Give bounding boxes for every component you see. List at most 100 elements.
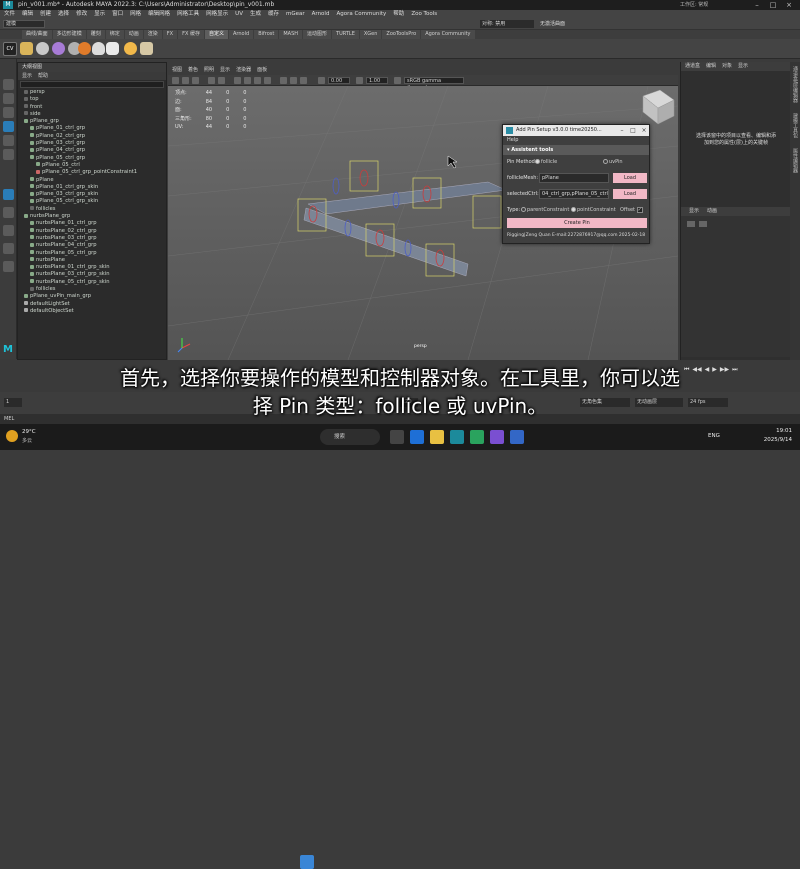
- outliner-item[interactable]: top: [18, 96, 166, 103]
- menu-item[interactable]: 显示: [94, 10, 105, 19]
- outliner-item[interactable]: pPlane_05_ctrl_grp_pointConstraint1: [18, 169, 166, 176]
- outliner-item[interactable]: pPlane_05_ctrl_grp: [18, 155, 166, 162]
- symmetry-dropdown[interactable]: 对称: 禁用: [480, 20, 534, 28]
- menu-item[interactable]: 创建: [40, 10, 51, 19]
- radio-parent-constraint[interactable]: parentConstraint: [521, 204, 569, 216]
- exposure-field[interactable]: 0.00: [328, 77, 350, 84]
- workspace-label[interactable]: 工作区: 常规: [680, 0, 708, 10]
- menu-item[interactable]: 网格显示: [206, 10, 228, 19]
- shelf-tool-icon[interactable]: [52, 42, 65, 55]
- maximize-icon[interactable]: □: [628, 125, 638, 136]
- scale-tool-icon[interactable]: [3, 149, 14, 160]
- menu-item[interactable]: 修改: [76, 10, 87, 19]
- side-tab[interactable]: 通道盒/层编辑器: [792, 66, 799, 103]
- layout-side-icon[interactable]: [3, 225, 14, 236]
- radio-follicle[interactable]: follicle: [535, 156, 557, 168]
- menu-item[interactable]: Arnold: [312, 10, 330, 19]
- layout-four-icon[interactable]: [3, 207, 14, 218]
- layer-options-icon[interactable]: [699, 221, 707, 227]
- viewport-menu-item[interactable]: 着色: [188, 66, 198, 75]
- outliner-search-input[interactable]: [20, 81, 164, 88]
- paint-select-icon[interactable]: [3, 107, 14, 118]
- visual-studio-icon[interactable]: [490, 430, 504, 444]
- move-tool-icon[interactable]: [3, 121, 14, 132]
- shelf-tab[interactable]: 雕刻: [86, 30, 105, 39]
- minimize-icon[interactable]: –: [750, 0, 764, 10]
- lights-icon[interactable]: [264, 77, 271, 84]
- file-explorer-icon[interactable]: [430, 430, 444, 444]
- outliner-item[interactable]: pPlane_02_ctrl_grp: [18, 133, 166, 140]
- menu-item[interactable]: 编辑网格: [148, 10, 170, 19]
- menu-item[interactable]: 选择: [58, 10, 69, 19]
- film-gate-icon[interactable]: [218, 77, 225, 84]
- shelf-tab[interactable]: FX: [162, 30, 178, 39]
- outliner-item[interactable]: front: [18, 104, 166, 111]
- shelf-tab[interactable]: Agora Community: [421, 30, 475, 39]
- xray-icon[interactable]: [280, 77, 287, 84]
- outliner-item[interactable]: pPlane_uvPin_main_grp: [18, 293, 166, 300]
- input-language[interactable]: ENG: [708, 433, 720, 439]
- outliner-item[interactable]: defaultObjectSet: [18, 308, 166, 315]
- clock-time[interactable]: 19:01: [752, 428, 792, 434]
- radio-point-constraint[interactable]: pointConstraint: [571, 204, 616, 216]
- viewport-menu-item[interactable]: 渲染器: [236, 66, 251, 75]
- outliner-item[interactable]: nurbsPlane_03_ctrl_grp_skin: [18, 271, 166, 278]
- camera-attr-icon[interactable]: [182, 77, 189, 84]
- live-surface-label[interactable]: 无激活曲面: [540, 20, 590, 28]
- outliner-item[interactable]: nurbsPlane_05_ctrl_grp: [18, 250, 166, 257]
- create-pin-button[interactable]: Create Pin: [507, 218, 647, 228]
- shelf-tool-icon[interactable]: [140, 42, 153, 55]
- layout-single-icon[interactable]: [3, 189, 14, 200]
- viewport-menu-item[interactable]: 显示: [220, 66, 230, 75]
- channel-box-tab[interactable]: 通道盒: [685, 62, 700, 71]
- radio-uvpin[interactable]: uvPin: [603, 156, 623, 168]
- lasso-tool-icon[interactable]: [3, 93, 14, 104]
- outliner-menu-item[interactable]: 显示: [22, 72, 32, 80]
- color-mgmt-icon[interactable]: [394, 77, 401, 84]
- shelf-tab[interactable]: 自定义: [204, 30, 228, 39]
- shelf-tab[interactable]: 运动图形: [303, 30, 332, 39]
- maya-taskbar-icon[interactable]: [450, 430, 464, 444]
- shelf-tab[interactable]: XGen: [359, 30, 382, 39]
- cv-curve-shelf-icon[interactable]: CV: [3, 42, 17, 56]
- outliner-item[interactable]: follicles: [18, 206, 166, 213]
- skull-icon[interactable]: [92, 42, 105, 55]
- pplane-strip[interactable]: [307, 181, 507, 215]
- outliner-item[interactable]: follicles: [18, 286, 166, 293]
- menu-item[interactable]: Agora Community: [336, 10, 386, 19]
- circle-ctrl[interactable]: [359, 169, 369, 187]
- wireframe-icon[interactable]: [234, 77, 241, 84]
- chrome-icon[interactable]: [470, 430, 484, 444]
- select-tool-icon[interactable]: [3, 79, 14, 90]
- camera-icon[interactable]: [172, 77, 179, 84]
- side-tab[interactable]: 建模工具包: [792, 113, 799, 138]
- layer-tab[interactable]: 显示: [689, 207, 699, 216]
- weather-desc[interactable]: 多云: [22, 437, 32, 444]
- outliner-item[interactable]: nurbsPlane_03_ctrl_grp: [18, 235, 166, 242]
- rotate-tool-icon[interactable]: [3, 135, 14, 146]
- outliner-item[interactable]: pPlane_01_ctrl_grp: [18, 125, 166, 132]
- close-icon[interactable]: ×: [782, 0, 796, 10]
- menu-item[interactable]: 帮助: [393, 10, 404, 19]
- weather-icon[interactable]: [6, 430, 18, 442]
- menu-item[interactable]: Zoo Tools: [411, 10, 437, 19]
- outliner-item[interactable]: nurbsPlane_05_ctrl_grp_skin: [18, 279, 166, 286]
- task-view-icon[interactable]: [390, 430, 404, 444]
- viewport-menu-item[interactable]: 照明: [204, 66, 214, 75]
- shelf-tool-icon[interactable]: [20, 42, 33, 55]
- outliner-item[interactable]: nurbsPlane_01_ctrl_grp: [18, 220, 166, 227]
- offset-checkbox[interactable]: Offset ✓: [620, 204, 643, 216]
- viewport-menu-item[interactable]: 面板: [257, 66, 267, 75]
- load-ctrl-button[interactable]: Load: [613, 189, 647, 199]
- menu-item[interactable]: UV: [235, 10, 243, 19]
- outliner-item[interactable]: persp: [18, 89, 166, 96]
- outliner-item[interactable]: nurbsPlane_02_ctrl_grp: [18, 228, 166, 235]
- outliner-item[interactable]: pPlane_05_ctrl_grp_skin: [18, 198, 166, 205]
- menu-set-dropdown[interactable]: 建模: [3, 20, 45, 28]
- follicle-mesh-field[interactable]: pPlane: [539, 173, 609, 183]
- view-cube[interactable]: [642, 89, 675, 125]
- menu-item[interactable]: 文件: [4, 10, 15, 19]
- menu-item[interactable]: 窗口: [112, 10, 123, 19]
- edge-browser-icon[interactable]: [410, 430, 424, 444]
- shelf-tool-icon[interactable]: [124, 42, 137, 55]
